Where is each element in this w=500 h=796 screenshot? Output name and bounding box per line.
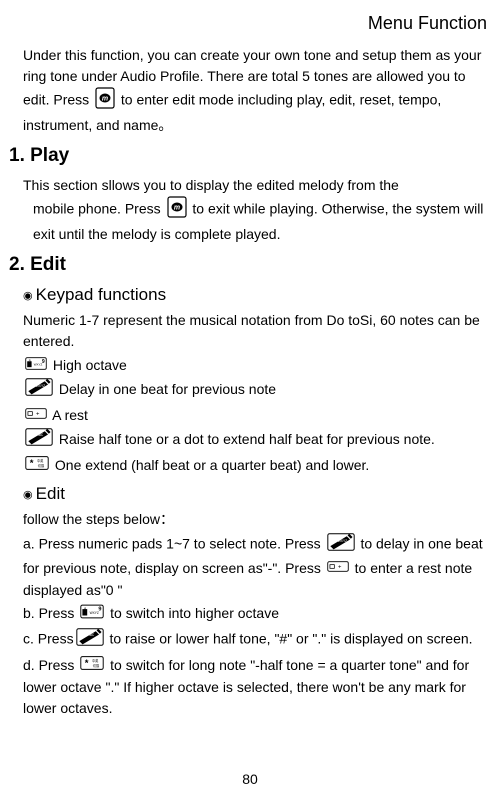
pen-key-icon (76, 627, 104, 653)
page-number: 80 (0, 770, 500, 788)
kf1: High octave (53, 357, 127, 373)
key-8-icon (25, 355, 47, 377)
edit-intro: follow the steps below： (23, 509, 489, 530)
step-c1: c. Press (23, 630, 74, 646)
play-line2a: mobile phone. Press (33, 201, 165, 217)
edit-sub-heading: Edit (23, 483, 491, 505)
play-line1: This section sllows you to display the e… (23, 177, 399, 193)
pen-key-icon (25, 427, 53, 453)
step-d1: d. Press (23, 657, 78, 673)
kf2: Delay in one beat for previous note (59, 381, 276, 397)
step-c2: to raise or lower half tone, "#" or "." … (109, 630, 472, 646)
kf5: One extend (half beat or a quarter beat)… (55, 457, 369, 473)
edit-steps-body: follow the steps below： a. Press numeric… (23, 509, 489, 719)
kf-intro: Numeric 1-7 represent the musical notati… (23, 310, 489, 352)
m-key-icon (95, 87, 115, 115)
m-key-icon (167, 196, 187, 224)
keypad-functions-body: Numeric 1-7 represent the musical notati… (23, 310, 489, 477)
plus-key-icon (25, 405, 47, 427)
kf3: A rest (52, 407, 88, 423)
kf4: Raise half tone or a dot to extend half … (59, 431, 435, 447)
pen-key-icon (327, 532, 355, 558)
step-a1: a. Press numeric pads 1~7 to select note… (23, 536, 325, 552)
star-key-icon (25, 455, 49, 477)
key-8-icon (80, 604, 104, 625)
section-1-title: 1. Play (9, 144, 491, 169)
step-b2: to switch into higher octave (110, 605, 279, 621)
intro-paragraph: Under this function, you can create your… (23, 45, 489, 136)
step-b1: b. Press (23, 605, 78, 621)
star-key-icon (80, 655, 104, 677)
section-1-body: This section sllows you to display the e… (23, 175, 489, 245)
plus-key-icon (327, 559, 349, 580)
keypad-functions-heading: Keypad functions (23, 284, 491, 306)
pen-key-icon (25, 377, 53, 403)
page-header: Menu Function (9, 12, 491, 35)
section-2-title: 2. Edit (9, 253, 491, 278)
